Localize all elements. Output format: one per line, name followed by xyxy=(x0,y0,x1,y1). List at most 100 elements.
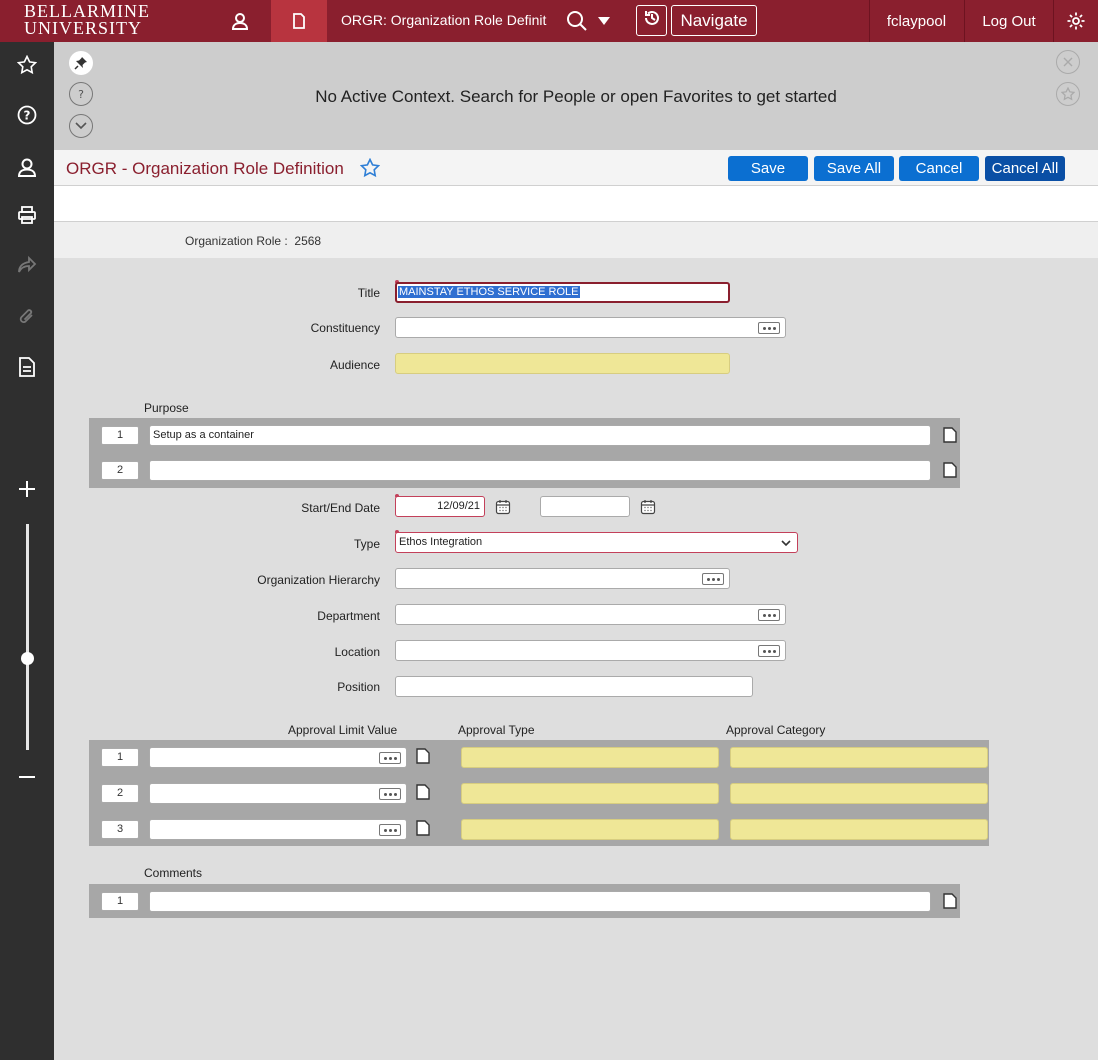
help-icon[interactable]: ? xyxy=(14,102,40,128)
save-button[interactable]: Save xyxy=(728,156,808,181)
approval-type-input[interactable] xyxy=(461,783,719,804)
type-label: Type xyxy=(353,537,380,551)
favorite-star-icon[interactable] xyxy=(359,157,381,183)
context-panel: ? No Active Context. Search for People o… xyxy=(54,42,1098,150)
chevron-down-icon[interactable] xyxy=(594,0,614,42)
chevron-down-icon xyxy=(781,538,791,550)
location-input[interactable] xyxy=(395,640,786,661)
star-icon[interactable] xyxy=(1056,82,1080,106)
page-icon[interactable] xyxy=(941,892,959,910)
lookup-dots-icon[interactable] xyxy=(379,824,401,836)
pin-icon[interactable] xyxy=(69,51,93,75)
user-icon[interactable] xyxy=(222,0,258,42)
approval-category-input[interactable] xyxy=(730,747,988,768)
approval-limit-header: Approval Limit Value xyxy=(288,723,398,737)
lookup-dots-icon[interactable] xyxy=(758,609,780,621)
page-tab-title[interactable]: ORGR: Organization Role Definit xyxy=(341,12,546,28)
department-label: Department xyxy=(317,609,380,623)
lookup-dots-icon[interactable] xyxy=(379,788,401,800)
approval-type-input[interactable] xyxy=(461,819,719,840)
purpose-block: 1 Setup as a container 2 xyxy=(89,418,960,488)
star-icon[interactable] xyxy=(14,52,40,78)
form-area: Title MAINSTAY ETHOS SERVICE ROLE Consti… xyxy=(54,258,1098,1060)
printer-icon[interactable] xyxy=(14,202,40,228)
page-icon[interactable] xyxy=(941,426,959,444)
comments-line-1[interactable] xyxy=(149,891,931,912)
cancel-all-button[interactable]: Cancel All xyxy=(985,156,1065,181)
document-icon[interactable] xyxy=(14,354,40,380)
user-icon[interactable] xyxy=(14,154,40,180)
title-label: Title xyxy=(357,286,380,300)
university-logo[interactable]: BELLARMINE UNIVERSITY xyxy=(24,2,150,38)
close-icon[interactable] xyxy=(1056,50,1080,74)
purpose-label: Purpose xyxy=(144,401,189,415)
row-number: 2 xyxy=(101,461,139,480)
page-icon[interactable] xyxy=(941,461,959,479)
approval-type-input[interactable] xyxy=(461,747,719,768)
start-date-input[interactable]: 12/09/21 xyxy=(395,496,485,517)
share-icon xyxy=(14,252,40,278)
history-icon xyxy=(643,9,661,32)
chevron-down-icon[interactable] xyxy=(69,114,93,138)
purpose-line-1[interactable]: Setup as a container xyxy=(149,425,931,446)
page-icon[interactable] xyxy=(414,747,432,765)
approval-category-header: Approval Category xyxy=(726,723,826,737)
calendar-icon[interactable] xyxy=(494,498,512,516)
context-message: No Active Context. Search for People or … xyxy=(315,87,837,106)
lookup-dots-icon[interactable] xyxy=(702,573,724,585)
approval-limit-input[interactable] xyxy=(149,747,407,768)
audience-input[interactable] xyxy=(395,353,730,374)
org-hierarchy-label: Organization Hierarchy xyxy=(257,573,380,587)
gear-icon[interactable] xyxy=(1056,0,1096,42)
row-number: 2 xyxy=(101,784,139,803)
cancel-button[interactable]: Cancel xyxy=(899,156,979,181)
calendar-icon[interactable] xyxy=(639,498,657,516)
username[interactable]: fclaypool xyxy=(870,0,963,42)
department-input[interactable] xyxy=(395,604,786,625)
approval-block: 1 2 3 xyxy=(89,740,989,846)
zoom-slider-handle[interactable] xyxy=(21,652,34,665)
audience-label: Audience xyxy=(329,358,380,372)
key-label: Organization Role : 2568 xyxy=(185,234,322,248)
page-icon[interactable] xyxy=(271,0,327,42)
logout-button[interactable]: Log Out xyxy=(965,0,1053,42)
logo-line-2: UNIVERSITY xyxy=(24,18,142,38)
approval-category-input[interactable] xyxy=(730,783,988,804)
organization-role-value: 2568 xyxy=(294,234,322,248)
left-sidebar: ? xyxy=(0,42,54,1060)
approval-limit-input[interactable] xyxy=(149,783,407,804)
lookup-dots-icon[interactable] xyxy=(758,322,780,334)
approval-category-input[interactable] xyxy=(730,819,988,840)
purpose-line-2[interactable] xyxy=(149,460,931,481)
zoom-in-icon[interactable] xyxy=(14,476,40,502)
type-select[interactable]: Ethos Integration xyxy=(395,532,798,553)
comments-label: Comments xyxy=(144,866,203,880)
save-all-button[interactable]: Save All xyxy=(814,156,894,181)
approval-limit-input[interactable] xyxy=(149,819,407,840)
lookup-dots-icon[interactable] xyxy=(758,645,780,657)
title-input[interactable]: MAINSTAY ETHOS SERVICE ROLE xyxy=(395,282,730,303)
row-number: 1 xyxy=(101,426,139,445)
constituency-label: Constituency xyxy=(310,321,380,335)
zoom-slider-track[interactable] xyxy=(26,524,29,750)
title-selected-text: MAINSTAY ETHOS SERVICE ROLE xyxy=(398,286,580,298)
org-hierarchy-input[interactable] xyxy=(395,568,730,589)
constituency-input[interactable] xyxy=(395,317,786,338)
lookup-dots-icon[interactable] xyxy=(379,752,401,764)
end-date-input[interactable] xyxy=(540,496,630,517)
history-button[interactable] xyxy=(636,5,667,36)
svg-text:?: ? xyxy=(24,109,31,123)
position-input[interactable] xyxy=(395,676,753,697)
separator xyxy=(1053,0,1054,42)
comments-block: 1 xyxy=(89,884,960,918)
page-title: ORGR - Organization Role Definition xyxy=(66,159,344,178)
navigate-button[interactable]: Navigate xyxy=(671,5,757,36)
zoom-out-icon[interactable] xyxy=(14,764,40,790)
search-icon[interactable] xyxy=(563,0,591,42)
toolbar-spacer xyxy=(54,186,1098,222)
page-icon[interactable] xyxy=(414,783,432,801)
position-label: Position xyxy=(337,680,380,694)
page-icon[interactable] xyxy=(414,819,432,837)
approval-type-header: Approval Type xyxy=(458,723,535,737)
row-number: 1 xyxy=(101,892,139,911)
